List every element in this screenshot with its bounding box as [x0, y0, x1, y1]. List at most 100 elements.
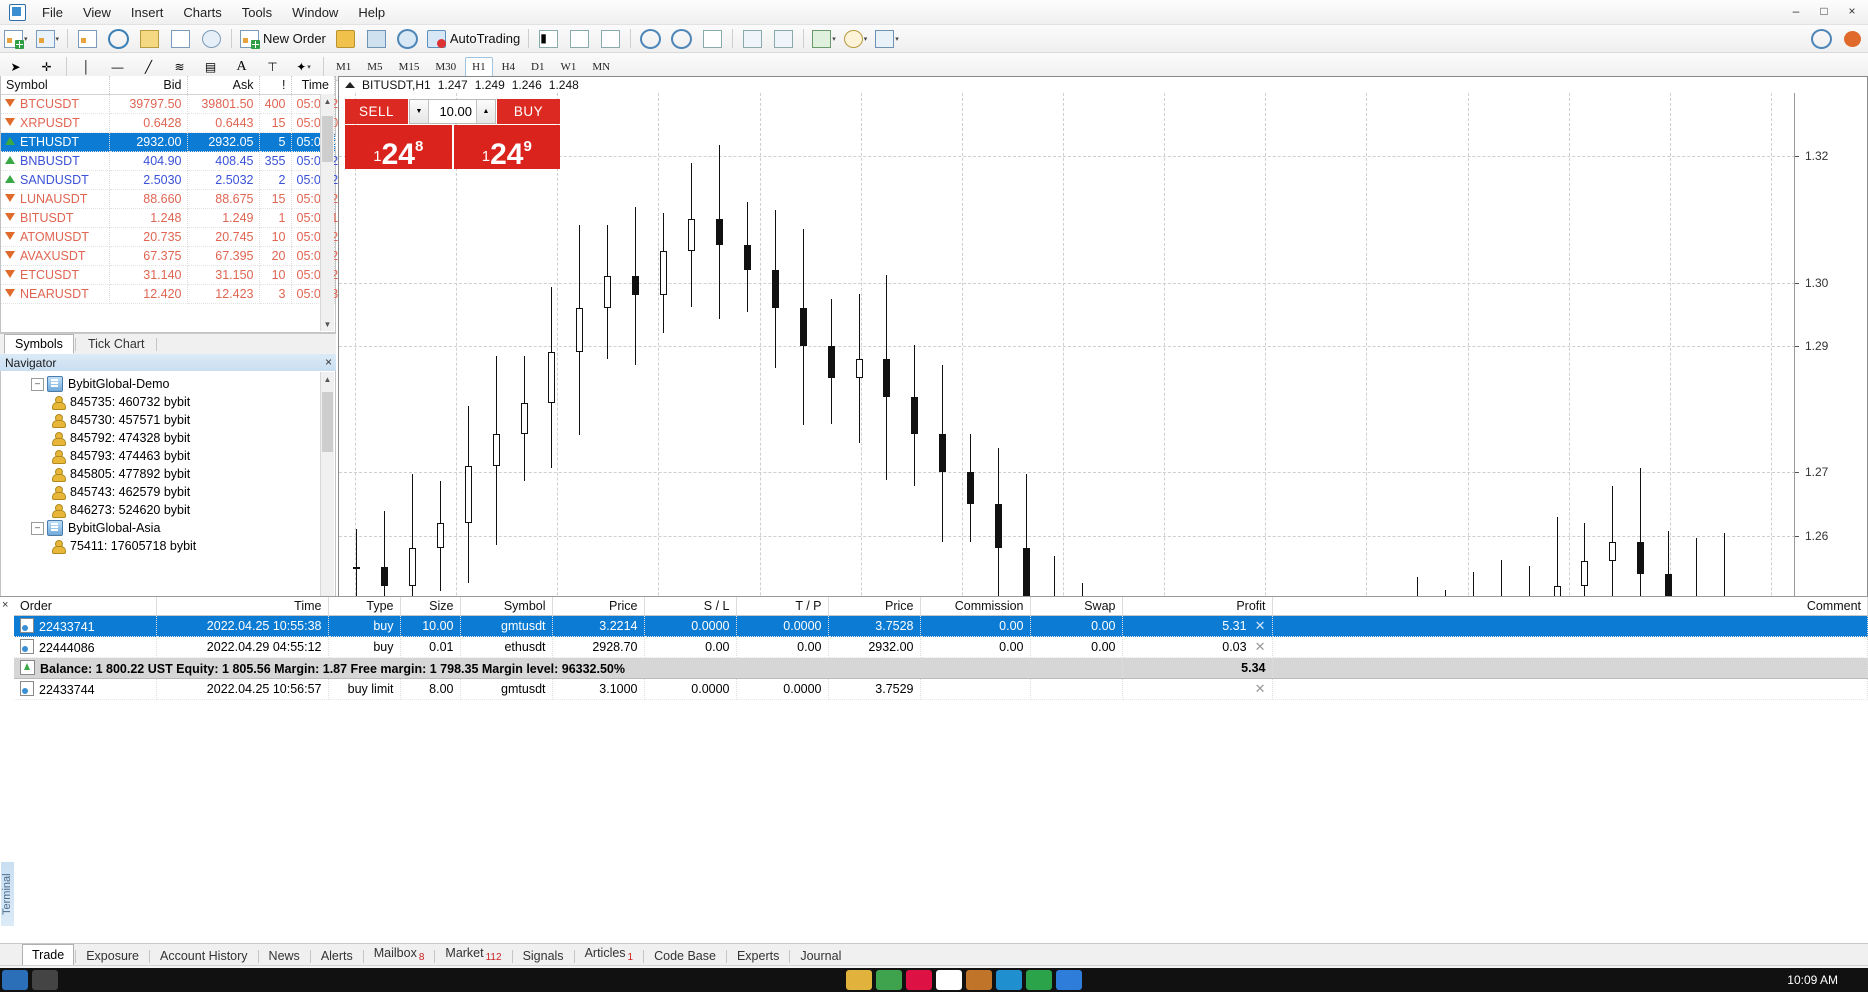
period-w1[interactable]: W1 [553, 57, 583, 77]
data-window-button[interactable] [166, 26, 195, 51]
trade-col-price[interactable]: Price [552, 597, 645, 616]
zoom-out-icon[interactable] [667, 26, 696, 51]
bar-chart-icon[interactable]: ▮ [534, 26, 563, 51]
taskbar-icon-6[interactable] [936, 970, 962, 990]
zoom-in-icon[interactable] [636, 26, 665, 51]
market-watch-row[interactable]: BTCUSDT39797.5039801.5040005:09:29 [1, 94, 345, 114]
navigator-account-node[interactable]: 75411: 17605718 bybit [51, 537, 321, 555]
trade-col-commission[interactable]: Commission [920, 597, 1031, 616]
navigator-account-node[interactable]: 845743: 462579 bybit [51, 483, 321, 501]
taskbar-icon-5[interactable] [906, 970, 932, 990]
volume-decrease-icon[interactable]: ▼ [410, 100, 429, 123]
candlestick-chart-icon[interactable] [565, 26, 594, 51]
terminal-tab-exposure[interactable]: Exposure [77, 946, 148, 966]
terminal-close-icon[interactable]: × [2, 599, 8, 611]
periods-button[interactable]: ▾ [841, 26, 871, 51]
market-watch-row[interactable]: SANDUSDT2.50302.5032205:09:21 [1, 170, 345, 190]
terminal-tab-account-history[interactable]: Account History [151, 946, 257, 966]
terminal-tab-journal[interactable]: Journal [791, 946, 850, 966]
trade-col-tp[interactable]: T / P [736, 597, 829, 616]
market-watch-scrollbar[interactable]: ▲ ▼ [320, 94, 334, 331]
navigator-account-node[interactable]: 846273: 524620 bybit [51, 501, 321, 519]
trade-col-type[interactable]: Type [328, 597, 401, 616]
period-m15[interactable]: M15 [392, 57, 427, 77]
navigator-account-node[interactable]: 845793: 474463 bybit [51, 447, 321, 465]
taskbar-icon-4[interactable] [876, 970, 902, 990]
market-watch-button[interactable] [73, 26, 102, 51]
scroll-up-icon[interactable]: ▲ [321, 94, 334, 108]
taskbar-icon-1[interactable] [2, 970, 28, 990]
period-mn[interactable]: MN [585, 57, 617, 77]
tab-symbols[interactable]: Symbols [4, 334, 74, 354]
terminal-tab-alerts[interactable]: Alerts [312, 946, 362, 966]
tree-collapse-icon[interactable]: – [31, 521, 44, 535]
terminal-tab-code-base[interactable]: Code Base [645, 946, 725, 966]
sell-button[interactable]: SELL [345, 99, 408, 124]
trade-col-sl[interactable]: S / L [644, 597, 737, 616]
menu-item-tools[interactable]: Tools [232, 2, 282, 23]
terminal-tab-articles[interactable]: Articles 1 [576, 943, 643, 967]
menu-item-file[interactable]: File [32, 2, 73, 23]
indicators-button[interactable]: ▾ [809, 26, 839, 51]
trade-col-profit[interactable]: Profit [1122, 597, 1273, 616]
trade-table-row[interactable]: 22433741 2022.04.25 10:55:38 buy 10.00 gmtus… [14, 615, 1868, 637]
scroll-down-icon[interactable]: ▼ [321, 317, 334, 331]
taskbar-icon-8[interactable] [996, 970, 1022, 990]
trade-col-size[interactable]: Size [400, 597, 461, 616]
new-order-button[interactable]: New Order [237, 26, 329, 51]
navigator-server-node[interactable]: – BybitGlobal-Demo [31, 375, 321, 393]
market-watch-row[interactable]: ATOMUSDT20.73520.7451005:09:26 [1, 227, 345, 247]
navigator-server-node[interactable]: – BybitGlobal-Asia [31, 519, 321, 537]
period-m5[interactable]: M5 [360, 57, 389, 77]
menu-item-charts[interactable]: Charts [173, 2, 231, 23]
algo-folder-icon[interactable] [331, 26, 360, 51]
terminal-tab-market[interactable]: Market 112 [436, 943, 510, 967]
navigator-account-node[interactable]: 845730: 457571 bybit [51, 411, 321, 429]
navigator-account-node[interactable]: 845805: 477892 bybit [51, 465, 321, 483]
favorites-button[interactable] [135, 26, 164, 51]
account-icon[interactable] [1838, 26, 1867, 51]
maximize-button[interactable]: □ [1810, 0, 1838, 22]
taskbar-icon-2[interactable] [32, 970, 58, 990]
trade-table-row[interactable]: 22433744 2022.04.25 10:56:57 buy limit 8.00… [14, 678, 1868, 700]
trade-col-price[interactable]: Price [828, 597, 921, 616]
metaeditor-button[interactable] [362, 26, 391, 51]
grid-toggle-icon[interactable] [698, 26, 727, 51]
market-watch-row[interactable]: NEARUSDT12.42012.423305:09:30 [1, 284, 345, 304]
mw-col-time[interactable]: Time [291, 76, 335, 95]
market-watch-row[interactable]: XRPUSDT0.64280.64431505:09:00 [1, 113, 345, 133]
sell-price-display[interactable]: 1 24 8 [345, 125, 452, 169]
volume-stepper[interactable]: ▼ 10.00 ▲ [409, 99, 496, 124]
menu-item-view[interactable]: View [73, 2, 121, 23]
close-position-icon[interactable]: ✕ [1255, 618, 1266, 633]
market-watch-row[interactable]: ETCUSDT31.14031.1501005:09:28 [1, 265, 345, 285]
trade-col-order[interactable]: Order [14, 597, 157, 616]
tree-collapse-icon[interactable]: – [31, 377, 44, 391]
navigator-account-node[interactable]: 845735: 460732 bybit [51, 393, 321, 411]
strategy-tester-button[interactable] [197, 26, 226, 51]
period-m1[interactable]: M1 [329, 57, 358, 77]
close-position-icon[interactable]: ✕ [1255, 681, 1266, 696]
one-click-trading-panel[interactable]: SELL ▼ 10.00 ▲ BUY 1 24 8 1 24 9 [345, 99, 560, 169]
scroll-thumb[interactable] [322, 116, 333, 162]
profiles-button[interactable]: ▾ [33, 26, 63, 51]
market-watch-row[interactable]: AVAXUSDT67.37567.3952005:09:28 [1, 246, 345, 266]
close-window-button[interactable]: × [1838, 0, 1866, 22]
autotrading-button[interactable]: AutoTrading [424, 26, 523, 51]
period-m30[interactable]: M30 [428, 57, 463, 77]
market-watch-row[interactable]: ETHUSDT2932.002932.05505:09:25 [1, 132, 345, 152]
nav-scroll-thumb[interactable] [322, 392, 333, 452]
chart-collapse-icon[interactable] [345, 82, 355, 88]
close-position-icon[interactable]: ✕ [1255, 639, 1266, 654]
vps-icon[interactable] [393, 26, 422, 51]
templates-button[interactable]: ▾ [872, 26, 902, 51]
terminal-tab-news[interactable]: News [260, 946, 309, 966]
period-h1[interactable]: H1 [465, 56, 493, 77]
navigator-account-node[interactable]: 845792: 474328 bybit [51, 429, 321, 447]
navigator-button[interactable] [104, 26, 133, 51]
auto-scroll-icon[interactable] [769, 26, 798, 51]
taskbar-icon-3[interactable] [846, 970, 872, 990]
navigator-close-icon[interactable]: × [325, 355, 332, 369]
minimize-button[interactable]: – [1782, 0, 1810, 22]
taskbar-icon-7[interactable] [966, 970, 992, 990]
